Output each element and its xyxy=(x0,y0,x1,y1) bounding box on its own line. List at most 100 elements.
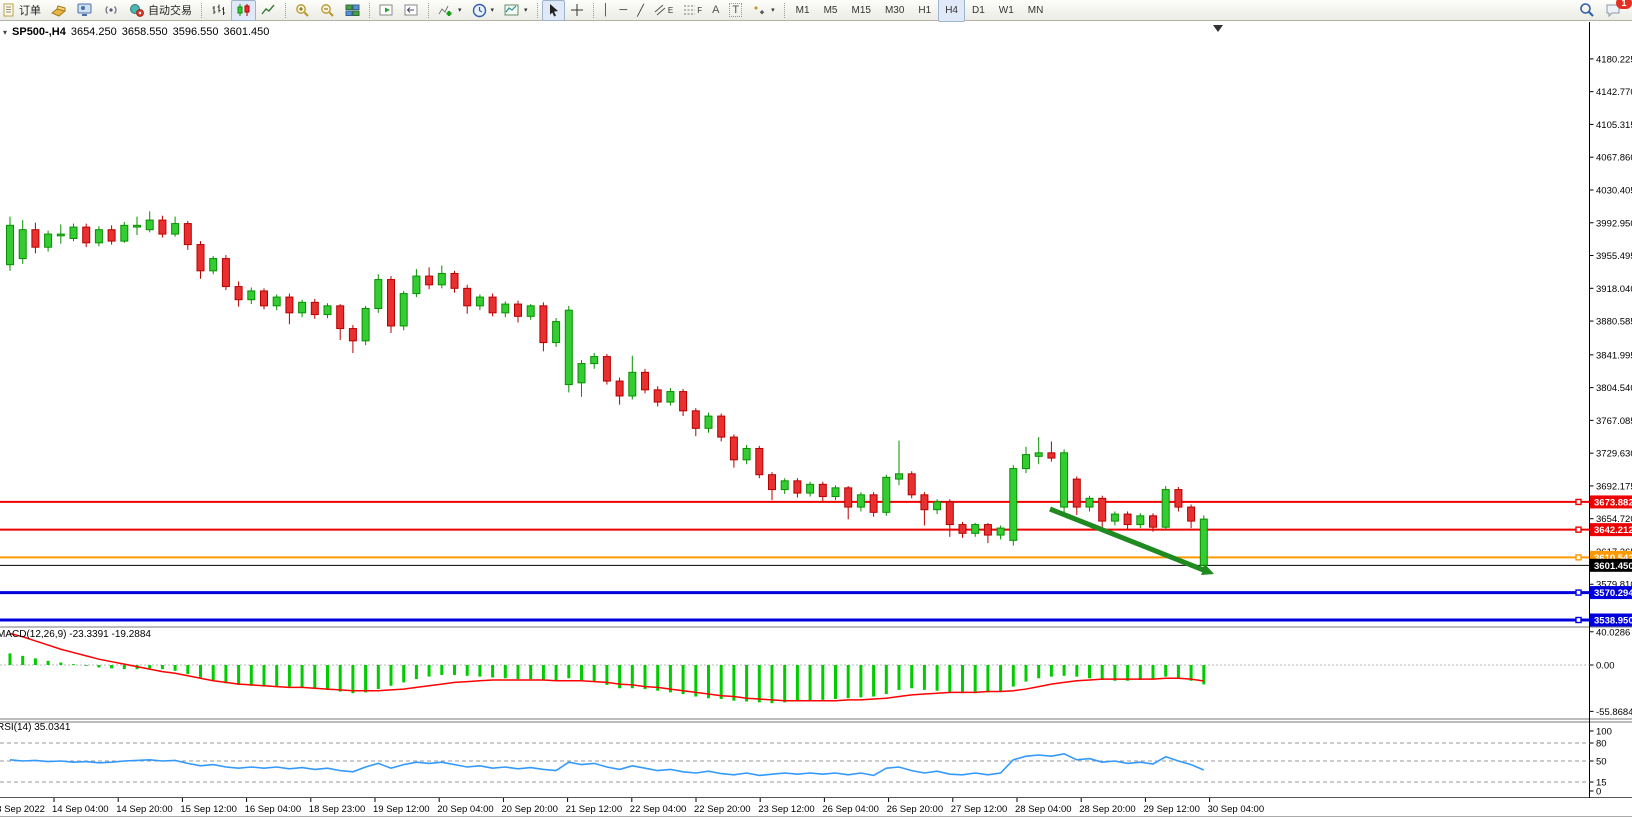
channel-icon-letter: E xyxy=(668,6,673,15)
svg-text:-55.8684: -55.8684 xyxy=(1596,707,1632,718)
svg-text:18 Sep 23:00: 18 Sep 23:00 xyxy=(309,804,366,815)
terminal-button[interactable] xyxy=(72,0,98,21)
svg-text:20 Sep 04:00: 20 Sep 04:00 xyxy=(437,804,494,815)
main-toolbar: 订单 自动交易 xyxy=(0,0,1632,21)
timeframe-button-d1[interactable]: D1 xyxy=(965,0,992,22)
svg-text:3570.294: 3570.294 xyxy=(1594,588,1632,599)
signals-button[interactable] xyxy=(98,0,124,21)
chevron-down-icon: ▾ xyxy=(491,6,495,14)
tile-windows-button[interactable] xyxy=(340,0,365,21)
svg-text:13 Sep 2022: 13 Sep 2022 xyxy=(0,804,45,815)
svg-text:21 Sep 12:00: 21 Sep 12:00 xyxy=(566,804,623,815)
svg-text:14 Sep 20:00: 14 Sep 20:00 xyxy=(116,804,173,815)
symbol-title: SP500-,H4 xyxy=(12,26,66,38)
svg-text:80: 80 xyxy=(1596,739,1607,750)
chart-shift-button[interactable] xyxy=(399,0,424,21)
terminal-icon xyxy=(77,3,93,17)
timeframe-button-h4[interactable]: H4 xyxy=(938,0,965,22)
ohlc-low: 3596.550 xyxy=(173,26,219,38)
chevron-down-icon: ▾ xyxy=(3,28,7,37)
svg-text:4067.860: 4067.860 xyxy=(1596,153,1632,164)
svg-text:4030.405: 4030.405 xyxy=(1596,185,1632,196)
toolbar-separator xyxy=(593,3,594,18)
svg-text:3918.040: 3918.040 xyxy=(1596,284,1632,295)
periods-dropdown[interactable]: ▾ xyxy=(467,0,500,21)
notifications-button[interactable]: 1 xyxy=(1600,0,1626,21)
timeframe-button-h1[interactable]: H1 xyxy=(911,0,938,22)
chevron-down-icon: ▾ xyxy=(458,6,462,14)
toolbar-separator xyxy=(537,3,538,18)
equidistant-channel-tool[interactable]: E xyxy=(649,0,678,21)
timeframe-button-m1[interactable]: M1 xyxy=(789,0,817,22)
auto-scroll-button[interactable] xyxy=(374,0,399,21)
rsi-label: RSI(14) 35.0341 xyxy=(0,722,70,733)
svg-text:19 Sep 12:00: 19 Sep 12:00 xyxy=(373,804,430,815)
search-button[interactable] xyxy=(1574,0,1600,21)
timeframe-button-w1[interactable]: W1 xyxy=(992,0,1021,22)
svg-text:30 Sep 04:00: 30 Sep 04:00 xyxy=(1208,804,1265,815)
text-label-tool[interactable]: T xyxy=(724,0,747,21)
chart-canvas[interactable]: 4180.2254142.7704105.3154067.8604030.405… xyxy=(0,22,1632,817)
fibonacci-tool[interactable]: F xyxy=(678,0,707,21)
toolbar-separator xyxy=(784,3,785,18)
templates-dropdown[interactable]: ▾ xyxy=(499,0,533,21)
zoom-out-button[interactable] xyxy=(315,0,340,21)
horizontal-line-tool[interactable]: ─ xyxy=(614,0,632,21)
svg-text:3804.540: 3804.540 xyxy=(1596,383,1632,394)
vertical-line-tool[interactable]: │ xyxy=(598,0,615,21)
chart-header: ▾ SP500-,H4 3654.250 3658.550 3596.550 3… xyxy=(3,26,269,38)
svg-text:14 Sep 04:00: 14 Sep 04:00 xyxy=(52,804,109,815)
timeframe-button-mn[interactable]: MN xyxy=(1021,0,1051,22)
crosshair-tool-button[interactable] xyxy=(565,0,589,21)
signal-icon xyxy=(103,3,119,17)
text-tool[interactable]: A xyxy=(707,0,724,21)
svg-text:28 Sep 04:00: 28 Sep 04:00 xyxy=(1015,804,1072,815)
candlestick-icon xyxy=(236,3,251,17)
ohlc-close: 3601.450 xyxy=(224,26,270,38)
shapes-icon xyxy=(752,4,767,17)
tile-windows-icon xyxy=(345,3,360,17)
svg-text:26 Sep 20:00: 26 Sep 20:00 xyxy=(887,804,944,815)
toolbar-separator xyxy=(201,3,202,18)
svg-text:22 Sep 20:00: 22 Sep 20:00 xyxy=(694,804,751,815)
svg-text:22 Sep 04:00: 22 Sep 04:00 xyxy=(630,804,687,815)
svg-text:50: 50 xyxy=(1596,757,1607,768)
zoom-in-button[interactable] xyxy=(290,0,315,21)
trendline-icon: ╱ xyxy=(637,4,644,17)
order-icon xyxy=(2,3,16,17)
time-axis: 13 Sep 2022 14 Sep 04:00 14 Sep 20:00 15 Se… xyxy=(0,798,1264,815)
bar-chart-icon xyxy=(211,3,226,17)
timeframe-button-m5[interactable]: M5 xyxy=(817,0,845,22)
autotrading-label: 自动交易 xyxy=(148,2,192,18)
svg-text:4180.225: 4180.225 xyxy=(1596,54,1632,65)
price-lines[interactable] xyxy=(0,499,1590,622)
svg-text:3767.085: 3767.085 xyxy=(1596,416,1632,427)
new-order-button[interactable]: 订单 xyxy=(0,0,46,21)
template-icon xyxy=(504,3,520,17)
timeframe-button-m15[interactable]: M15 xyxy=(844,0,877,22)
indicators-dropdown[interactable]: ▾ xyxy=(433,0,467,21)
cursor-icon xyxy=(547,3,560,17)
svg-text:4105.315: 4105.315 xyxy=(1596,120,1632,131)
candlestick-mode-button[interactable] xyxy=(231,0,256,21)
candles xyxy=(7,211,1208,569)
market-watch-button[interactable] xyxy=(46,0,72,21)
text-tool-icon: A xyxy=(712,4,719,16)
line-chart-icon xyxy=(261,3,276,17)
autotrading-button[interactable]: 自动交易 xyxy=(124,0,197,21)
arrows-dropdown[interactable]: ▾ xyxy=(747,0,780,21)
svg-text:15 Sep 12:00: 15 Sep 12:00 xyxy=(180,804,237,815)
search-icon xyxy=(1579,2,1595,18)
timeframe-button-m30[interactable]: M30 xyxy=(878,0,911,22)
line-chart-mode-button[interactable] xyxy=(256,0,281,21)
bar-chart-mode-button[interactable] xyxy=(206,0,231,21)
trendline-tool[interactable]: ╱ xyxy=(632,0,649,21)
pane-separators[interactable] xyxy=(0,22,1632,817)
svg-text:3601.450: 3601.450 xyxy=(1594,561,1632,572)
autotrading-icon xyxy=(129,3,145,17)
cursor-tool-button[interactable] xyxy=(542,0,565,21)
chart-shift-marker[interactable] xyxy=(1213,25,1223,32)
horizontal-line-icon: ─ xyxy=(619,4,627,16)
crosshair-icon xyxy=(570,3,584,17)
svg-text:3955.495: 3955.495 xyxy=(1596,251,1632,262)
